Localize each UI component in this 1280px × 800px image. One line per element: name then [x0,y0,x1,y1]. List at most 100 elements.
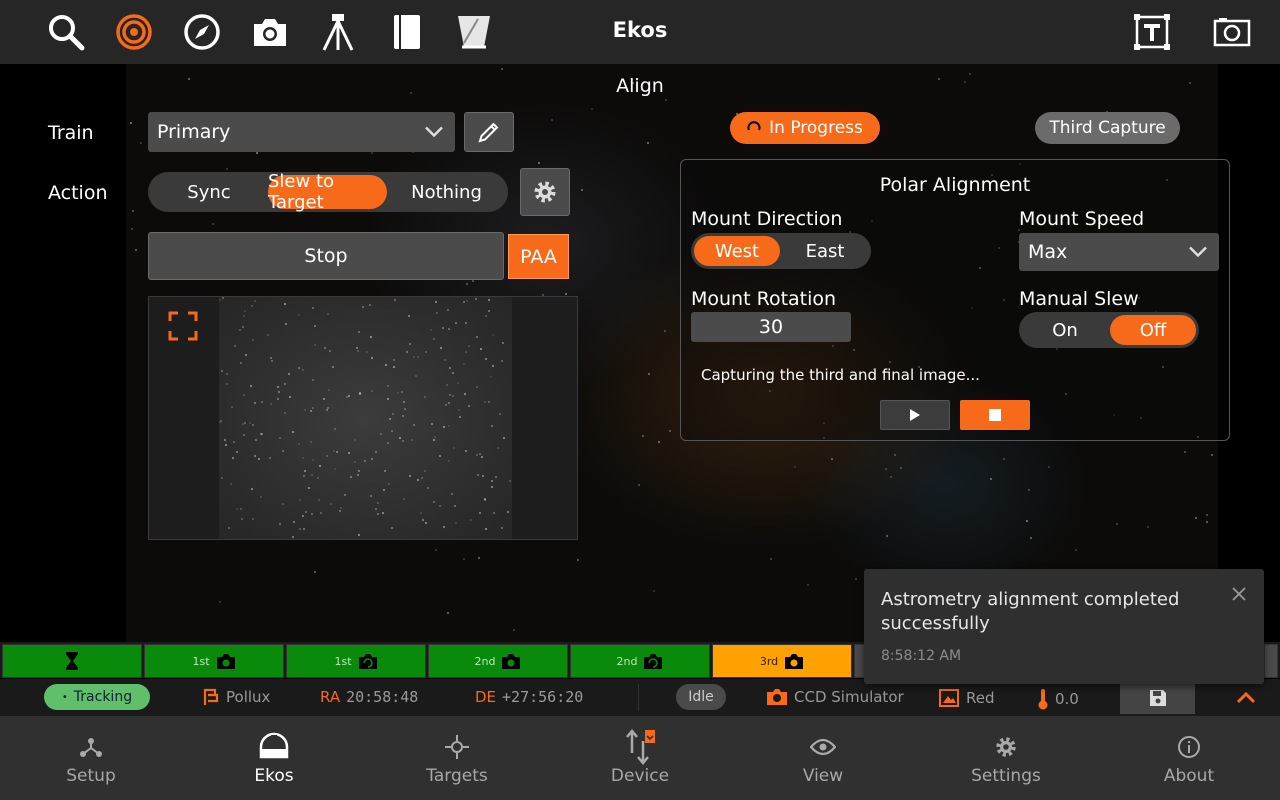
nav-about[interactable]: About [1098,716,1280,800]
fits-viewer-icon[interactable] [1212,12,1252,52]
star-dot [1206,514,1208,516]
star-dot [464,393,466,395]
polar-status-text: Capturing the third and final image... [701,366,980,384]
star-dot [250,385,252,387]
star-dot [648,373,650,375]
star-dot [241,518,243,520]
star-dot [855,578,857,580]
star-dot [969,73,971,75]
train-dropdown[interactable]: Primary [148,112,455,152]
star-dot [258,458,260,460]
camera-icon[interactable] [250,12,290,52]
star-dot [415,375,417,377]
manual-slew-off[interactable]: Off [1110,315,1196,345]
nav-settings[interactable]: Settings [915,716,1097,800]
star-dot [326,455,328,457]
temperature-status: 0.0 [1037,688,1079,710]
nav-label: Setup [66,766,116,786]
star-dot [403,401,405,403]
search-icon[interactable] [46,12,86,52]
star-dot [314,325,316,327]
star-dot [242,423,244,425]
star-dot [285,323,287,325]
nav-setup[interactable]: Setup [0,716,182,800]
star-dot [327,313,329,315]
image-icon [939,689,959,707]
nav-view[interactable]: View [732,716,914,800]
action-slew-to-target[interactable]: Slew to Target [268,171,387,213]
star-dot [513,629,515,631]
star-dot [226,168,228,170]
star-dot [240,362,242,364]
star-dot [938,78,940,80]
nav-device[interactable]: Device [549,716,731,800]
thermometer-icon [1038,689,1048,710]
star-dot [308,487,310,489]
star-dot [384,470,386,472]
star-dot [422,519,424,521]
star-dot [385,364,387,366]
star-dot [254,402,256,404]
mount-speed-dropdown[interactable]: Max [1019,233,1219,271]
star-dot [305,511,307,513]
star-dot [452,395,454,397]
star-dot [1030,537,1032,539]
tripod-icon[interactable] [318,12,358,52]
direction-east[interactable]: East [782,236,868,266]
star-dot [448,425,450,427]
notebook-icon[interactable] [386,12,426,52]
direction-west[interactable]: West [694,236,780,266]
nav-label: Settings [971,766,1041,786]
star-dot [356,347,358,349]
manual-slew-on[interactable]: On [1022,315,1108,345]
star-dot [476,386,478,388]
star-dot [488,310,490,312]
star-dot [391,430,393,432]
star-dot [380,433,382,435]
nav-label: Targets [426,766,488,786]
star-dot [424,396,426,398]
camera-icon [767,689,787,705]
star-dot [256,152,258,154]
star-dot [358,534,360,536]
nav-targets[interactable]: Targets [366,716,548,800]
star-dot [459,416,461,418]
paa-button[interactable]: PAA [508,234,569,279]
expand-button[interactable] [1228,683,1264,713]
star-dot [890,476,892,478]
star-dot [140,142,142,144]
action-sync[interactable]: Sync [152,175,266,209]
star-dot [391,527,393,529]
star-dot [440,347,442,349]
action-nothing[interactable]: Nothing [389,175,504,209]
star-dot [490,376,492,378]
star-dot [465,322,467,324]
fullscreen-icon[interactable] [168,311,198,341]
start-polar-button[interactable] [880,400,950,430]
stop-polar-button[interactable] [960,400,1030,430]
star-dot [1211,454,1213,456]
star-dot [334,468,336,470]
mount-rotation-input[interactable]: 30 [691,312,851,342]
align-settings-button[interactable] [520,168,570,216]
compass-icon[interactable] [182,12,222,52]
text-box-icon[interactable] [1132,12,1172,52]
stop-button[interactable]: Stop [148,232,504,280]
star-dot [491,486,493,488]
target-icon[interactable] [114,12,154,52]
star-dot [482,475,484,477]
edit-train-button[interactable] [464,112,514,152]
gear-icon [996,737,1016,757]
star-dot [392,413,394,415]
close-icon[interactable] [1232,587,1246,601]
star-dot [492,365,494,367]
nav-ekos[interactable]: Ekos [183,716,365,800]
flat-panel-icon[interactable] [454,12,494,52]
align-page: Align Train Primary Action Sync Slew to … [0,64,1280,642]
star-dot [481,456,483,458]
step-wait [2,644,142,678]
save-button[interactable] [1120,681,1195,714]
star-dot [369,304,371,306]
star-dot [886,535,888,537]
star-dot [1075,549,1077,551]
